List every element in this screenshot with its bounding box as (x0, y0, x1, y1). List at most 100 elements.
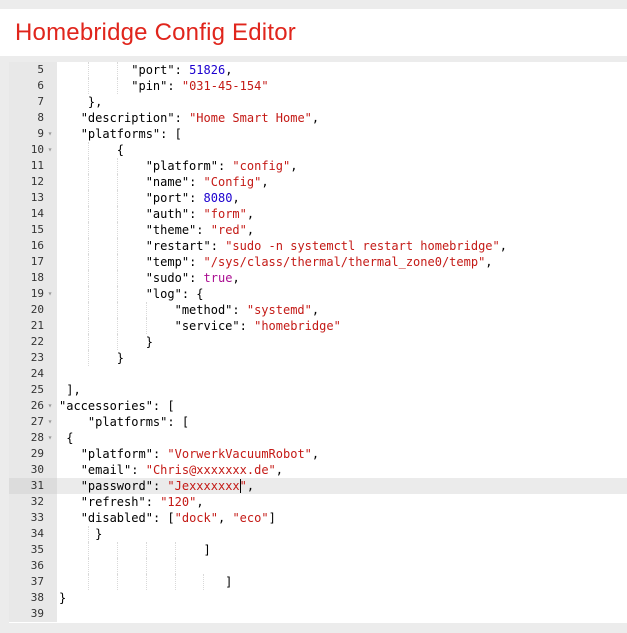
indent-guide (117, 542, 118, 558)
code-line[interactable]: 26▾"accessories": [ (9, 398, 627, 414)
fold-arrow-icon[interactable]: ▾ (44, 398, 56, 414)
code-line[interactable]: 31 "password": "Jexxxxxxx", (9, 478, 627, 494)
code-line[interactable]: 24 (9, 366, 627, 382)
code-line[interactable]: 37 ] (9, 574, 627, 590)
code-text[interactable]: ] (57, 542, 627, 558)
code-line[interactable]: 5 "port": 51826, (9, 62, 627, 78)
code-line[interactable]: 12 "name": "Config", (9, 174, 627, 190)
code-text[interactable]: } (57, 350, 627, 366)
code-line[interactable]: 34 } (9, 526, 627, 542)
fold-arrow-icon[interactable]: ▾ (44, 414, 56, 430)
code-text[interactable]: { (57, 142, 627, 158)
code-line[interactable]: 27▾ "platforms": [ (9, 414, 627, 430)
code-line[interactable]: 7 }, (9, 94, 627, 110)
code-text[interactable]: "disabled": ["dock", "eco"] (57, 510, 627, 526)
line-number: 14 (9, 206, 57, 222)
code-text[interactable]: "port": 8080, (57, 190, 627, 206)
code-text[interactable]: } (57, 590, 627, 606)
code-line[interactable]: 22 } (9, 334, 627, 350)
code-line[interactable]: 23 } (9, 350, 627, 366)
code-line[interactable]: 25 ], (9, 382, 627, 398)
indent-guide (175, 574, 176, 590)
code-text[interactable]: "method": "systemd", (57, 302, 627, 318)
code-line[interactable]: 10▾ { (9, 142, 627, 158)
code-line[interactable]: 39 (9, 606, 627, 622)
fold-arrow-icon[interactable]: ▾ (44, 126, 56, 142)
code-text[interactable] (57, 366, 627, 382)
code-line[interactable]: 20 "method": "systemd", (9, 302, 627, 318)
code-text[interactable]: "auth": "form", (57, 206, 627, 222)
code-text[interactable]: "accessories": [ (57, 398, 627, 414)
code-line[interactable]: 6 "pin": "031-45-154" (9, 78, 627, 94)
code-line[interactable]: 38} (9, 590, 627, 606)
code-text[interactable]: "description": "Home Smart Home", (57, 110, 627, 126)
code-line[interactable]: 19▾ "log": { (9, 286, 627, 302)
indent-guide (88, 222, 89, 238)
code-line[interactable]: 9▾ "platforms": [ (9, 126, 627, 142)
code-line[interactable]: 28▾ { (9, 430, 627, 446)
indent-guide (88, 558, 89, 574)
code-line[interactable]: 21 "service": "homebridge" (9, 318, 627, 334)
code-line[interactable]: 17 "temp": "/sys/class/thermal/thermal_z… (9, 254, 627, 270)
code-line[interactable]: 32 "refresh": "120", (9, 494, 627, 510)
indent-guide (117, 78, 118, 94)
code-text[interactable]: } (57, 334, 627, 350)
line-number: 34 (9, 526, 57, 542)
code-text[interactable]: "port": 51826, (57, 62, 627, 78)
code-text[interactable]: "log": { (57, 286, 627, 302)
code-line[interactable]: 15 "theme": "red", (9, 222, 627, 238)
line-number: 16 (9, 238, 57, 254)
code-text[interactable]: "pin": "031-45-154" (57, 78, 627, 94)
code-text[interactable]: ] (57, 574, 627, 590)
indent-guide (117, 238, 118, 254)
code-text[interactable]: } (57, 526, 627, 542)
code-text[interactable] (57, 558, 627, 574)
code-text[interactable] (57, 606, 627, 622)
code-text[interactable]: "platforms": [ (57, 414, 627, 430)
code-line[interactable]: 29 "platform": "VorwerkVacuumRobot", (9, 446, 627, 462)
code-line[interactable]: 35 ] (9, 542, 627, 558)
line-number: 35 (9, 542, 57, 558)
code-line[interactable]: 36 (9, 558, 627, 574)
code-text[interactable]: "service": "homebridge" (57, 318, 627, 334)
indent-guide (117, 62, 118, 78)
fold-arrow-icon[interactable]: ▾ (44, 286, 56, 302)
code-line[interactable]: 30 "email": "Chris@xxxxxxx.de", (9, 462, 627, 478)
line-number: 19▾ (9, 286, 57, 302)
code-lines[interactable]: 5 "port": 51826,6 "pin": "031-45-154"7 }… (9, 62, 627, 622)
indent-guide (88, 254, 89, 270)
code-text[interactable]: "theme": "red", (57, 222, 627, 238)
fold-arrow-icon[interactable]: ▾ (44, 142, 56, 158)
fold-arrow-icon[interactable]: ▾ (44, 430, 56, 446)
code-text[interactable]: "refresh": "120", (57, 494, 627, 510)
code-line[interactable]: 8 "description": "Home Smart Home", (9, 110, 627, 126)
code-text[interactable]: "platforms": [ (57, 126, 627, 142)
indent-guide (117, 174, 118, 190)
code-line[interactable]: 11 "platform": "config", (9, 158, 627, 174)
code-text[interactable]: "password": "Jexxxxxxx", (57, 478, 627, 494)
code-text[interactable]: "temp": "/sys/class/thermal/thermal_zone… (57, 254, 627, 270)
line-number: 13 (9, 190, 57, 206)
line-number: 11 (9, 158, 57, 174)
code-line[interactable]: 33 "disabled": ["dock", "eco"] (9, 510, 627, 526)
code-text[interactable]: "email": "Chris@xxxxxxx.de", (57, 462, 627, 478)
code-line[interactable]: 13 "port": 8080, (9, 190, 627, 206)
code-text[interactable]: }, (57, 94, 627, 110)
code-text[interactable]: { (57, 430, 627, 446)
line-number: 20 (9, 302, 57, 318)
indent-guide (117, 254, 118, 270)
code-text[interactable]: "platform": "VorwerkVacuumRobot", (57, 446, 627, 462)
code-line[interactable]: 16 "restart": "sudo -n systemctl restart… (9, 238, 627, 254)
code-text[interactable]: "platform": "config", (57, 158, 627, 174)
indent-guide (88, 174, 89, 190)
code-text[interactable]: ], (57, 382, 627, 398)
config-editor[interactable]: 5 "port": 51826,6 "pin": "031-45-154"7 }… (9, 62, 627, 623)
code-line[interactable]: 18 "sudo": true, (9, 270, 627, 286)
code-text[interactable]: "sudo": true, (57, 270, 627, 286)
code-text[interactable]: "restart": "sudo -n systemctl restart ho… (57, 238, 627, 254)
code-text[interactable]: "name": "Config", (57, 174, 627, 190)
code-line[interactable]: 14 "auth": "form", (9, 206, 627, 222)
header-bar: Homebridge Config Editor (0, 9, 627, 56)
line-number: 12 (9, 174, 57, 190)
line-number: 18 (9, 270, 57, 286)
